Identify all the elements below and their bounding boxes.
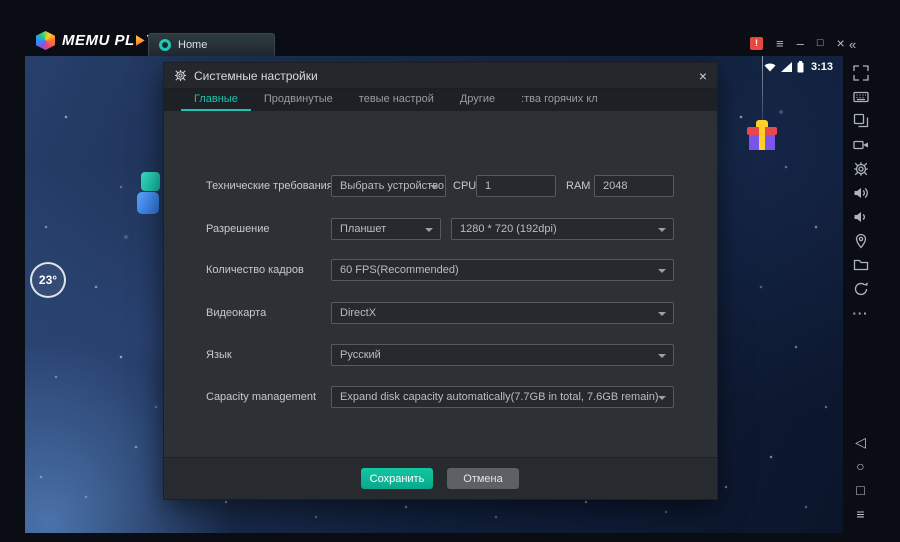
keyboard-icon (853, 89, 869, 105)
memu-logo: MEMU PL Y (36, 31, 156, 50)
multi-instance-icon (853, 113, 869, 129)
nav-back-button[interactable]: ◁ (852, 433, 870, 451)
logo-play-triangle-icon (136, 35, 145, 46)
shared-folder-button[interactable] (852, 256, 870, 274)
capacity-select[interactable]: Expand disk capacity automatically(7.7GB… (331, 386, 674, 408)
window-controls: ! ≡ – □ × (750, 36, 845, 50)
promo-alert-icon[interactable]: ! (750, 37, 763, 50)
fullscreen-button[interactable] (852, 64, 870, 82)
fps-label: Количество кадров (206, 259, 304, 281)
app-icon-teal[interactable] (141, 172, 160, 191)
status-time: 3:13 (811, 61, 833, 73)
tab-home[interactable]: Home (148, 33, 275, 56)
memu-logo-text: MEMU PL Y (62, 32, 156, 49)
dialog-title: Системные настройки (194, 69, 318, 83)
gift-body (749, 135, 775, 150)
signal-icon (781, 62, 792, 72)
recents-icon: □ (856, 483, 864, 497)
rotate-screen-button[interactable] (852, 280, 870, 298)
tab-main[interactable]: Главные (181, 89, 251, 111)
window-menu-icon[interactable]: ≡ (776, 37, 784, 50)
volume-down-button[interactable] (852, 208, 870, 226)
home-tab-label: Home (178, 39, 207, 51)
nav-recents-button[interactable]: □ (852, 481, 870, 499)
collapse-sidebar-icon[interactable]: « (849, 37, 855, 52)
tab-advanced[interactable]: Продвинутые (251, 89, 346, 111)
cpu-label: CPU (453, 175, 476, 197)
battery-icon (797, 61, 804, 73)
volume-down-icon (853, 209, 869, 225)
android-status-bar: 3:13 (764, 61, 833, 73)
resolution-label: Разрешение (206, 218, 270, 240)
screen-record-icon (853, 137, 869, 153)
requirements-label: Технические требования (206, 175, 333, 197)
ram-input[interactable] (594, 175, 674, 197)
sidebar-toolbar: ··· ◁ ○ □ ≡ (843, 56, 878, 533)
keymapping-button[interactable] (852, 88, 870, 106)
gift-bow (756, 120, 768, 127)
gift-string (762, 56, 763, 122)
back-icon: ◁ (855, 435, 866, 449)
nav-menu-icon: ≡ (856, 507, 864, 521)
wallpaper-stars (25, 56, 27, 58)
rotate-icon (853, 281, 869, 297)
gift-lid (747, 127, 777, 135)
weather-widget[interactable]: 23° (30, 262, 66, 298)
close-icon[interactable]: × (836, 36, 844, 50)
save-button[interactable]: Сохранить (361, 468, 433, 489)
logo-text-left: MEMU PL (62, 32, 135, 49)
volume-up-icon (853, 185, 869, 201)
nav-home-button[interactable]: ○ (852, 457, 870, 475)
settings-button[interactable] (852, 160, 870, 178)
dialog-titlebar: Системные настройки × (164, 63, 717, 89)
tab-network[interactable]: тевые настрой (346, 89, 447, 111)
multi-instance-button[interactable] (852, 112, 870, 130)
home-tab-icon (159, 39, 171, 51)
tab-hotkeys[interactable]: :тва горячих кл (508, 89, 611, 111)
dialog-footer: Сохранить Отмена (164, 457, 717, 499)
folder-icon (853, 257, 869, 273)
nav-menu-button[interactable]: ≡ (852, 505, 870, 523)
app-icon-blue[interactable] (137, 192, 159, 214)
dialog-body: Технические требования Выбрать устройств… (164, 111, 717, 499)
weather-temp: 23° (39, 273, 57, 287)
cancel-button[interactable]: Отмена (447, 468, 519, 489)
settings-gear-icon (853, 161, 869, 177)
home-icon: ○ (856, 459, 864, 473)
resolution-value-select[interactable]: 1280 * 720 (192dpi) (451, 218, 674, 240)
gift-box-icon[interactable] (747, 120, 777, 152)
fullscreen-icon (853, 65, 869, 81)
resolution-type-select[interactable]: Планшет (331, 218, 441, 240)
language-select[interactable]: Русский (331, 344, 674, 366)
fps-select[interactable]: 60 FPS(Recommended) (331, 259, 674, 281)
minimize-icon[interactable]: – (797, 37, 804, 50)
volume-up-button[interactable] (852, 184, 870, 202)
more-button[interactable]: ··· (852, 304, 870, 322)
language-label: Язык (206, 344, 232, 366)
cpu-input[interactable] (476, 175, 556, 197)
gpu-select[interactable]: DirectX (331, 302, 674, 324)
wifi-icon (764, 62, 776, 72)
ram-label: RAM (566, 175, 590, 197)
gpu-label: Видеокарта (206, 302, 266, 324)
device-select[interactable]: Выбрать устройство (331, 175, 446, 197)
memu-logo-icon (36, 31, 55, 50)
dialog-tabbar: Главные Продвинутые тевые настрой Другие… (164, 89, 717, 111)
maximize-icon[interactable]: □ (817, 38, 824, 49)
dialog-close-icon[interactable]: × (699, 69, 707, 83)
system-settings-dialog: Системные настройки × Главные Продвинуты… (163, 62, 718, 500)
location-pin-icon (853, 233, 869, 249)
capacity-label: Capacity management (206, 386, 316, 408)
tab-other[interactable]: Другие (447, 89, 508, 111)
macro-record-button[interactable] (852, 136, 870, 154)
location-button[interactable] (852, 232, 870, 250)
more-icon: ··· (853, 306, 869, 321)
dialog-gear-icon (174, 69, 187, 82)
